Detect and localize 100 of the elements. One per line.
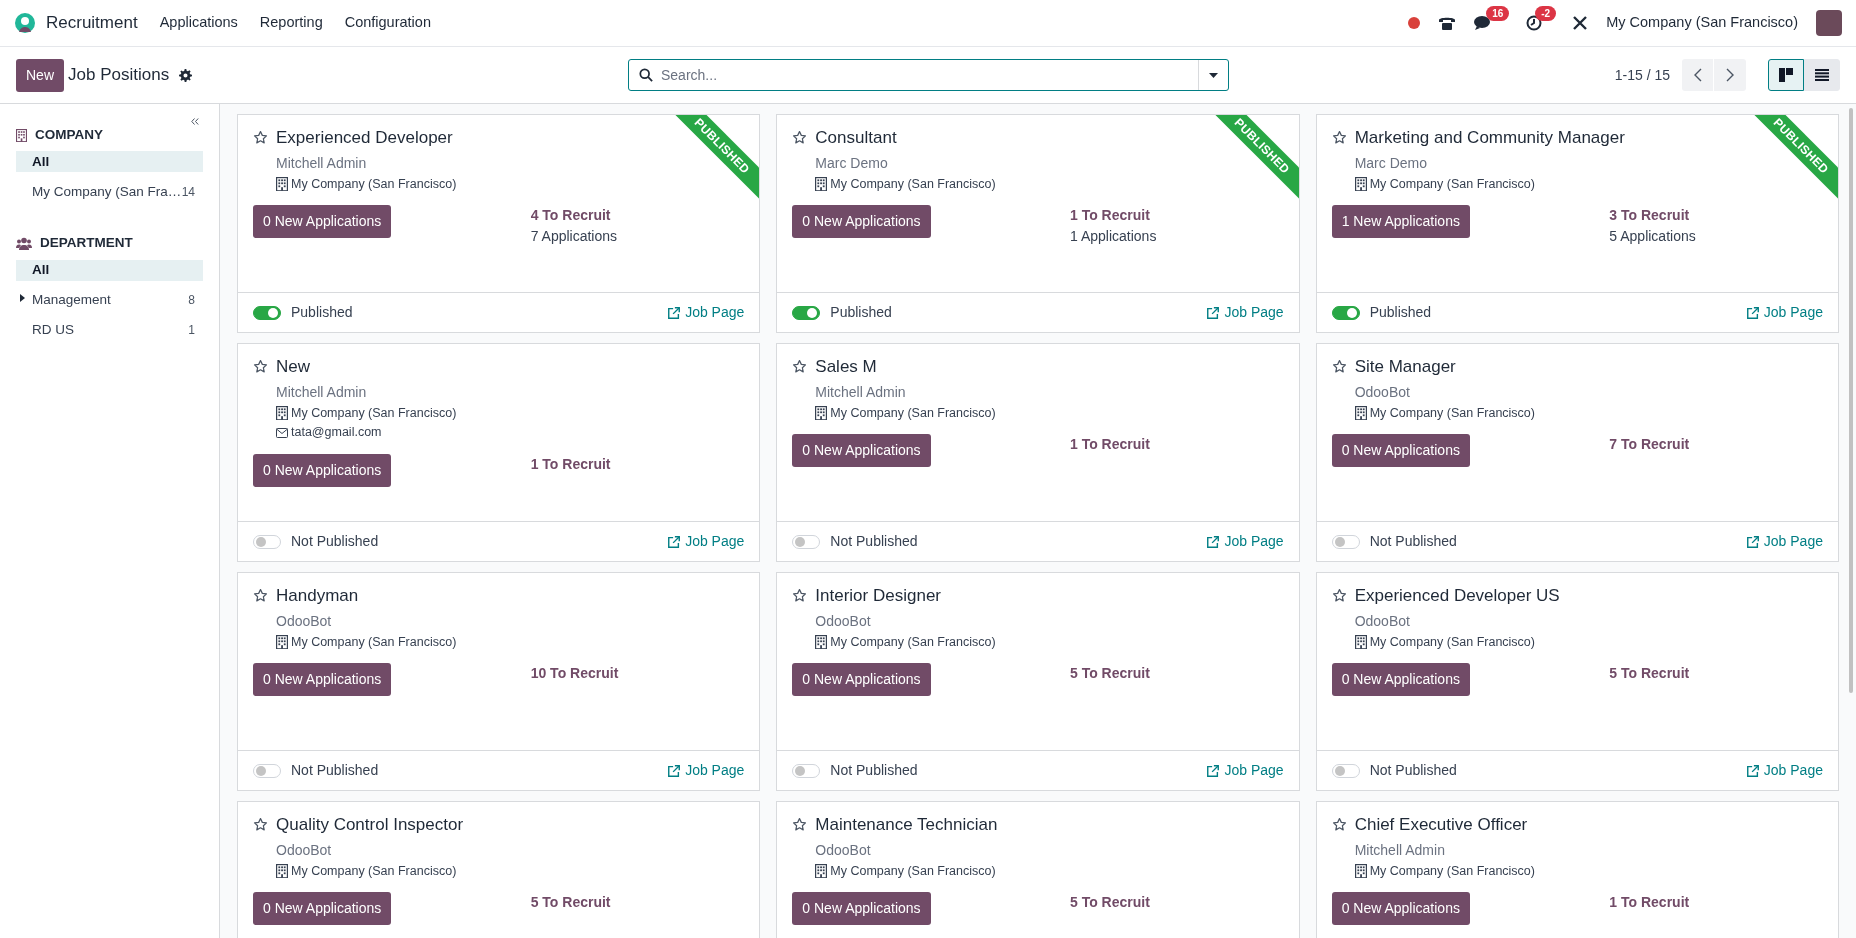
app-logo-icon[interactable] — [14, 12, 36, 34]
star-icon[interactable] — [792, 817, 808, 833]
filter-item[interactable]: All — [16, 259, 203, 281]
list-view-button[interactable] — [1804, 59, 1840, 91]
job-page-link[interactable]: Job Page — [1745, 531, 1823, 552]
caret-icon[interactable] — [20, 293, 25, 302]
to-recruit-link[interactable]: 5 To Recruit — [1070, 663, 1284, 685]
job-page-link[interactable]: Job Page — [1206, 531, 1284, 552]
job-page-link[interactable]: Job Page — [1745, 760, 1823, 781]
list-icon — [1815, 69, 1829, 81]
new-applications-button[interactable]: 0 New Applications — [253, 892, 392, 926]
job-card[interactable]: Experienced Developer US OdooBot My Company (San Francisco) 0 New Applications 5 To Recruit Not Published Job Page — [1315, 572, 1839, 791]
company-name: My Company (San Francisco) — [291, 633, 457, 651]
search-input[interactable]: Search... — [661, 64, 1198, 86]
job-card[interactable]: Handyman OdooBot My Company (San Francisco) 0 New Applications 10 To Recruit Not Published Job Page — [237, 572, 761, 791]
job-page-link[interactable]: Job Page — [1745, 302, 1823, 323]
pager-value[interactable]: 1-15 / 15 — [1614, 64, 1670, 86]
gear-icon[interactable] — [179, 68, 193, 82]
new-button[interactable]: New — [16, 58, 64, 92]
filter-item[interactable]: My Company (San Fra…14 — [16, 181, 203, 203]
star-icon[interactable] — [792, 588, 808, 604]
new-applications-button[interactable]: 0 New Applications — [792, 205, 931, 239]
job-card[interactable]: Interior Designer OdooBot My Company (San Francisco) 0 New Applications 5 To Recruit Not Published Job Page — [776, 572, 1300, 791]
job-page-link[interactable]: Job Page — [667, 302, 745, 323]
filter-item[interactable]: All — [16, 151, 203, 173]
filter-count: 14 — [181, 183, 195, 201]
toggle-switch[interactable] — [253, 305, 281, 320]
menu-item[interactable]: Reporting — [259, 12, 323, 34]
new-applications-button[interactable]: 0 New Applications — [792, 663, 931, 697]
star-icon[interactable] — [1331, 359, 1347, 375]
job-page-link[interactable]: Job Page — [1206, 760, 1284, 781]
star-icon[interactable] — [1331, 130, 1347, 146]
building-icon — [276, 405, 288, 421]
new-applications-button[interactable]: 0 New Applications — [1331, 663, 1470, 697]
new-applications-button[interactable]: 0 New Applications — [792, 892, 931, 926]
applications-link[interactable]: 5 Applications — [1609, 226, 1823, 248]
job-title: Chief Executive Officer — [1354, 814, 1528, 836]
job-page-link[interactable]: Job Page — [667, 760, 745, 781]
building-icon — [1354, 405, 1367, 421]
phone-icon[interactable] — [1438, 15, 1457, 31]
star-icon[interactable] — [253, 359, 268, 375]
collapse-sidebar-icon[interactable] — [191, 118, 199, 125]
kanban-view-button[interactable] — [1768, 59, 1804, 91]
to-recruit-link[interactable]: 1 To Recruit — [1070, 434, 1284, 456]
menu-item[interactable]: Applications — [159, 12, 238, 34]
applications-link[interactable]: 7 Applications — [530, 226, 745, 248]
to-recruit-link[interactable]: 1 To Recruit — [1609, 892, 1823, 914]
star-icon[interactable] — [253, 588, 268, 604]
job-title: Site Manager — [1354, 356, 1456, 378]
external-link-icon — [1745, 534, 1760, 549]
job-page-link[interactable]: Job Page — [667, 531, 745, 552]
new-applications-button[interactable]: 1 New Applications — [1331, 205, 1470, 239]
section-title: COMPANY — [35, 126, 103, 144]
clock-icon[interactable] — [1526, 15, 1543, 31]
to-recruit-link[interactable]: 1 To Recruit — [1070, 205, 1284, 227]
filter-item[interactable]: Management 8 — [16, 289, 203, 311]
new-applications-button[interactable]: 0 New Applications — [253, 663, 392, 697]
star-icon[interactable] — [1331, 588, 1347, 604]
star-icon[interactable] — [253, 817, 268, 833]
new-applications-button[interactable]: 0 New Applications — [1331, 434, 1470, 468]
star-icon[interactable] — [253, 130, 268, 146]
to-recruit-link[interactable]: 3 To Recruit — [1609, 205, 1823, 227]
to-recruit-link[interactable]: 5 To Recruit — [1609, 663, 1823, 685]
new-applications-button[interactable]: 0 New Applications — [792, 434, 931, 468]
search-field[interactable]: Search... — [628, 59, 1229, 91]
to-recruit-link[interactable]: 1 To Recruit — [530, 454, 745, 475]
to-recruit-link[interactable]: 5 To Recruit — [530, 892, 745, 914]
applications-link[interactable]: 1 Applications — [1070, 226, 1284, 248]
app-name[interactable]: Recruitment — [46, 10, 138, 36]
toggle-switch[interactable] — [792, 305, 821, 320]
job-card[interactable]: Site Manager OdooBot My Company (San Francisco) 0 New Applications 7 To Recruit Not Published Job Page — [1315, 343, 1839, 562]
job-page-link[interactable]: Job Page — [1206, 302, 1284, 323]
job-card[interactable]: New Mitchell Admin My Company (San Francisco) tata@gmail.com 0 New Applications 1 To Recruit Not Published Job Page — [237, 343, 761, 562]
company-name: My Company (San Francisco) — [830, 175, 996, 193]
to-recruit-link[interactable]: 4 To Recruit — [530, 205, 745, 227]
new-applications-button[interactable]: 0 New Applications — [253, 205, 392, 239]
star-icon[interactable] — [792, 359, 808, 375]
responsible-name: Mitchell Admin — [1354, 840, 1446, 860]
menu-item[interactable]: Configuration — [344, 12, 431, 34]
job-title: Handyman — [276, 585, 359, 607]
new-applications-button[interactable]: 0 New Applications — [1331, 892, 1470, 926]
star-icon[interactable] — [792, 130, 808, 146]
new-applications-button[interactable]: 0 New Applications — [253, 454, 392, 487]
scrollbar[interactable] — [1849, 108, 1853, 693]
job-card[interactable]: Chief Executive Officer Mitchell Admin My Company (San Francisco) 0 New Applications 1 To Recruit — [1315, 801, 1839, 938]
job-card[interactable]: Sales M Mitchell Admin My Company (San Francisco) 0 New Applications 1 To Recruit Not Published Job Page — [776, 343, 1300, 562]
external-link-icon — [1745, 763, 1760, 778]
to-recruit-link[interactable]: 7 To Recruit — [1609, 434, 1823, 456]
publish-status: Published — [291, 303, 353, 322]
star-icon[interactable] — [1331, 817, 1347, 833]
to-recruit-link[interactable]: 10 To Recruit — [530, 663, 745, 685]
company-name: My Company (San Francisco) — [291, 404, 457, 422]
company-switcher[interactable]: My Company (San Francisco) — [1606, 12, 1798, 34]
toggle-switch[interactable] — [1331, 305, 1360, 320]
filter-item[interactable]: RD US 1 — [16, 319, 203, 341]
job-card[interactable]: Maintenance Technician OdooBot My Company (San Francisco) 0 New Applications 5 To Recruit — [776, 801, 1300, 938]
publish-status: Not Published — [1369, 532, 1457, 551]
job-card[interactable]: Quality Control Inspector OdooBot My Company (San Francisco) 0 New Applications 5 To Recruit — [237, 801, 761, 938]
to-recruit-link[interactable]: 5 To Recruit — [1070, 892, 1284, 914]
company-name: My Company (San Francisco) — [1369, 862, 1535, 880]
